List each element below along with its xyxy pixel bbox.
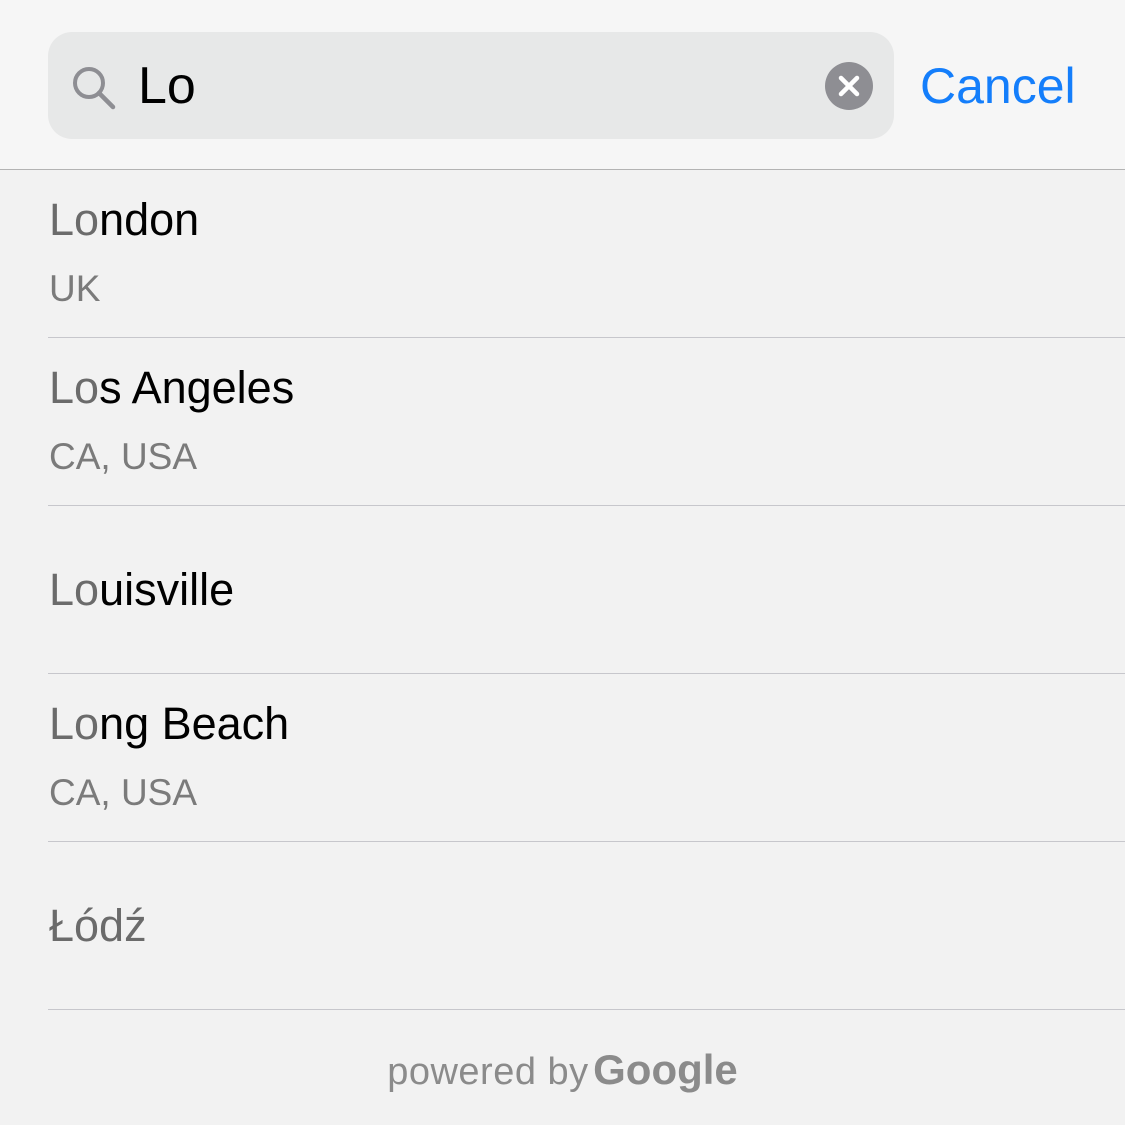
powered-by-label: powered by [387,1051,589,1093]
location-search-screen: Cancel London UK Los Angeles CA, USA Lou… [0,0,1125,1125]
result-title-rest: ng Beach [99,698,290,749]
result-subtitle: UK [49,268,101,309]
result-title: Long Beach [49,696,289,752]
result-row-london[interactable]: London UK [0,170,1125,338]
clear-search-button[interactable] [825,62,873,110]
result-title-rest: s Angeles [99,362,295,413]
result-row-long-beach[interactable]: Long Beach CA, USA [0,674,1125,842]
powered-by-google: powered by Google [0,1046,1125,1094]
result-title-rest: uisville [99,564,235,615]
result-title-rest: Łódź [49,900,147,951]
google-logo: Google [593,1046,738,1093]
result-row-louisville[interactable]: Louisville [0,506,1125,674]
search-results-list: London UK Los Angeles CA, USA Louisville… [0,170,1125,1010]
cancel-button[interactable]: Cancel [920,56,1076,116]
result-row-lodz[interactable]: Łódź [0,842,1125,1010]
result-title: London [49,192,199,248]
search-icon [69,63,117,111]
result-title-match: Lo [49,698,100,749]
clear-icon [838,75,860,97]
result-title: Łódź [49,898,147,954]
result-title-match: Lo [49,362,100,413]
result-title-rest: ndon [99,194,200,245]
search-header: Cancel [0,0,1125,170]
result-subtitle: CA, USA [49,436,198,477]
attribution-footer: powered by Google [0,1010,1125,1125]
result-title-match: Lo [49,194,100,245]
result-row-los-angeles[interactable]: Los Angeles CA, USA [0,338,1125,506]
search-input[interactable] [138,32,798,139]
result-title: Los Angeles [49,360,294,416]
result-title-match: Lo [49,564,100,615]
result-subtitle: CA, USA [49,772,198,813]
result-title: Louisville [49,562,234,618]
